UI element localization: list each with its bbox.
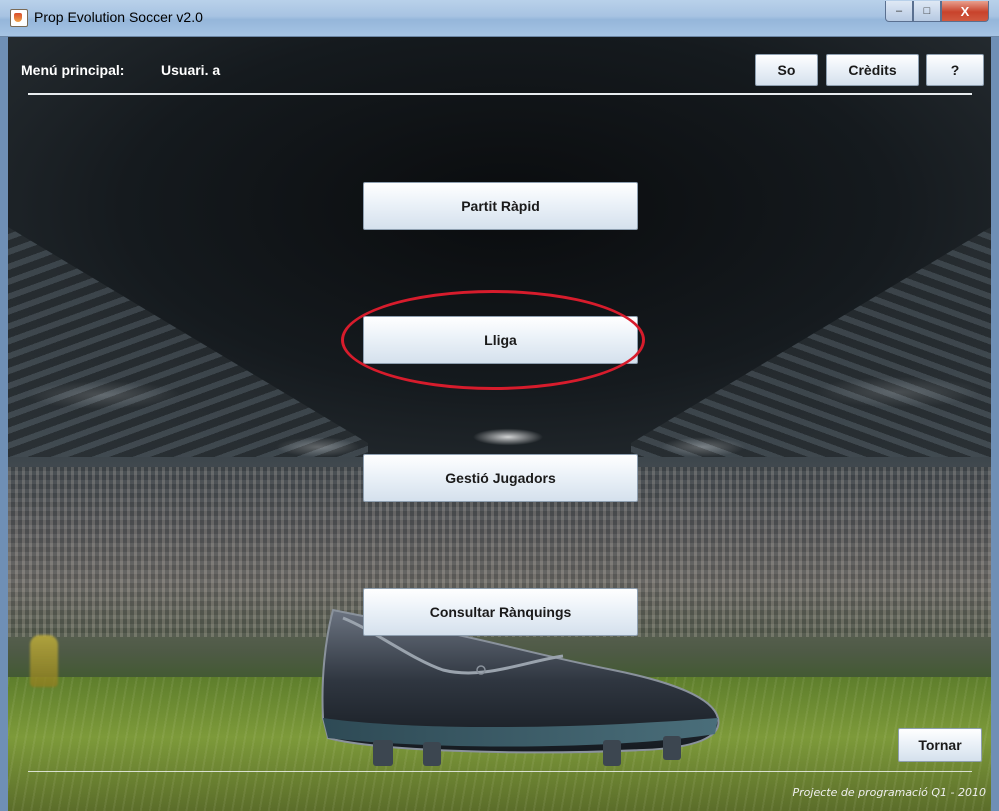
stadium-stands-right xyxy=(631,227,991,467)
manage-players-button[interactable]: Gestió Jugadors xyxy=(363,454,638,502)
blurred-player xyxy=(30,635,58,687)
quick-match-button[interactable]: Partit Ràpid xyxy=(363,182,638,230)
close-icon[interactable]: X xyxy=(941,1,989,22)
menu-label: Menú principal: xyxy=(21,62,125,78)
credits-button[interactable]: Crèdits xyxy=(826,54,919,86)
stadium-stands-left xyxy=(8,227,368,467)
help-button[interactable]: ? xyxy=(926,54,984,86)
view-rankings-button[interactable]: Consultar Rànquings xyxy=(363,588,638,636)
java-cup-icon xyxy=(10,9,28,27)
window-titlebar: Prop Evolution Soccer v2.0 – □ X xyxy=(0,0,999,37)
window-controls: – □ X xyxy=(885,1,989,22)
header-divider xyxy=(28,93,972,95)
sound-button[interactable]: So xyxy=(755,54,818,86)
back-button[interactable]: Tornar xyxy=(898,728,982,762)
project-credit: Projecte de programació Q1 - 2010 xyxy=(792,786,986,799)
footer-divider xyxy=(28,771,972,772)
league-button[interactable]: Lliga xyxy=(363,316,638,364)
user-label: Usuari. a xyxy=(161,62,221,78)
window-title: Prop Evolution Soccer v2.0 xyxy=(34,9,203,25)
maximize-icon[interactable]: □ xyxy=(913,1,941,22)
main-menu-panel: Menú principal: Usuari. a So Crèdits ? P… xyxy=(8,37,991,811)
minimize-icon[interactable]: – xyxy=(885,1,913,22)
